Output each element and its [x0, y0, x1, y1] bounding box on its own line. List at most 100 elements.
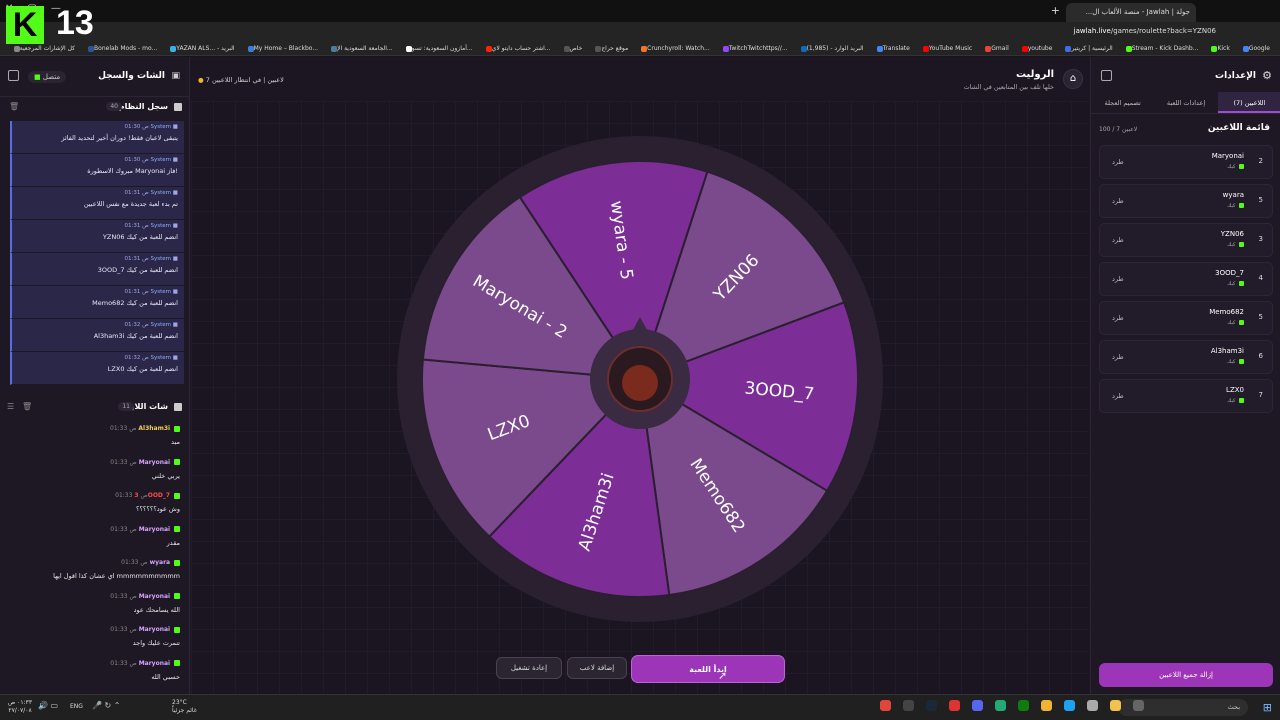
chat-message: 01:33 ص Maryonai تنمرت عليك واجد [0, 624, 190, 658]
bookmark-item[interactable]: Google [1240, 45, 1270, 52]
add-player-button[interactable]: إضافة لاعب [567, 657, 627, 679]
system-log-list[interactable]: 01:30 ص System ■ يتبقى لاعبان فقط! دوران … [10, 121, 184, 385]
discord-icon[interactable] [972, 700, 983, 711]
roulette-wheel[interactable]: YZN063OOD_7Memo682Al3ham3iLZX0Maryonai -… [396, 135, 884, 623]
address-bar[interactable]: jawlah.live/games/roulette?back=YZN06 [0, 22, 1280, 42]
browser-icon[interactable] [995, 700, 1006, 711]
taskbar-apps [880, 700, 1144, 711]
kick-icon [1239, 320, 1244, 325]
bookmark-item[interactable]: موقع حراج [592, 45, 628, 52]
log-text: Memo682 انضم للعبة من كيك [92, 299, 178, 307]
weather-widget[interactable]: 23°C غائم جزئياً [172, 699, 197, 715]
kick-icon [174, 526, 180, 532]
bookmark-item[interactable]: البريد الوارد - (1,985) [798, 45, 864, 52]
bookmark-item[interactable]: الجامعة السعودية الإ... [328, 45, 393, 52]
bookmark-item[interactable]: الرئيسية | كريتير [1062, 45, 1113, 52]
chat-icon: ▣ [171, 71, 180, 81]
log-text: 3OOD_7 انضم للعبة من كيك [97, 266, 178, 274]
steam-icon[interactable] [926, 700, 937, 711]
chat-username[interactable]: Maryonai [139, 526, 170, 533]
xbox-icon[interactable] [1018, 700, 1029, 711]
kick-player-button[interactable]: طرد [1112, 236, 1124, 244]
player-rank: 6 [1258, 352, 1263, 360]
player-name: wyara [1222, 191, 1244, 199]
media-icon[interactable] [949, 700, 960, 711]
overlay-number: 13 [56, 4, 94, 42]
bookmarks-bar: Google Kick Stream - Kick Dashb... الرئيسية… [0, 42, 1280, 56]
chat-username[interactable]: Maryonai [139, 593, 170, 600]
collapse-panel-icon[interactable] [1101, 70, 1112, 81]
filter-icon[interactable]: ☰ [7, 402, 14, 411]
bookmark-item[interactable]: YouTube Music [920, 45, 972, 52]
settings-tab[interactable]: تصميم العجلة [1091, 92, 1154, 113]
home-icon[interactable]: ⌂ [1063, 69, 1083, 89]
live-chat-list[interactable]: 01:33 ص Al3ham3i مبد 01:33 ص Maryonai يرب… [0, 423, 190, 691]
chrome-icon[interactable] [880, 700, 891, 711]
tray-chevron-icon[interactable]: 🎤 ↻ ⌃ [92, 701, 120, 710]
bookmark-item[interactable]: Bonelab Mods - mo... [85, 45, 157, 52]
explorer-icon[interactable] [1041, 700, 1052, 711]
taskbar-clock[interactable]: ٠١:٣٣ ص ٢٧/٠٧/٠٨ [8, 699, 32, 715]
chat-meta: 01:33 ص Al3ham3i [6, 425, 180, 432]
windows-start-icon[interactable]: ⊞ [1263, 701, 1272, 714]
players-count: 100 / 7 لاعبين [1099, 126, 1138, 133]
kick-player-button[interactable]: طرد [1112, 353, 1124, 361]
bookmark-item[interactable]: Kick [1208, 45, 1230, 52]
avatar-figure-icon [622, 365, 658, 401]
terminal-icon[interactable] [903, 700, 914, 711]
settings-tab[interactable]: إعدادات اللعبة [1154, 92, 1217, 113]
kick-player-button[interactable]: طرد [1112, 158, 1124, 166]
trash-icon[interactable]: 🗑 [9, 102, 19, 111]
bookmark-item[interactable]: TwitchTwitchttps//... [720, 45, 788, 52]
bookmark-item[interactable]: Gmail [982, 45, 1009, 52]
kick-player-button[interactable]: طرد [1112, 314, 1124, 322]
notes-icon[interactable] [1087, 700, 1098, 711]
chat-username[interactable]: Maryonai [139, 626, 170, 633]
system-log-item: 01:31 ص System ■ Memo682 انضم للعبة من كي… [10, 286, 184, 319]
chat-message: 01:33 ص Maryonai حسبي الله [0, 658, 190, 692]
log-meta: 01:30 ص System ■ [124, 157, 178, 163]
chat-username[interactable]: Al3ham3i [138, 425, 170, 432]
tray-icons[interactable]: 🔊 ▭ [38, 701, 58, 710]
language-indicator[interactable]: ENG [70, 703, 83, 710]
new-tab-icon[interactable]: + [1051, 4, 1060, 17]
chat-username[interactable]: Maryonai [139, 660, 170, 667]
chat-panel-header: ▣ الشات والسجل ■ متصل [0, 57, 189, 97]
folder-icon[interactable] [1110, 700, 1121, 711]
kick-player-button[interactable]: طرد [1112, 197, 1124, 205]
roulette-area: ⌂ الروليت خلها تلف بين المتابعين في الشا… [191, 57, 1089, 694]
kick-player-button[interactable]: طرد [1112, 392, 1124, 400]
collapse-panel-icon[interactable] [8, 70, 19, 81]
info-icon: ■ [172, 322, 178, 328]
bookmark-item[interactable]: YAZAN ALS... - البريد [167, 45, 235, 52]
kick-player-button[interactable]: طرد [1112, 275, 1124, 283]
trash-icon[interactable]: 🗑 [22, 402, 32, 411]
chat-panel-title: الشات والسجل [98, 71, 165, 81]
bookmark-item[interactable]: أمازون السعودية: تسو... [403, 45, 473, 52]
bookmark-item[interactable]: My Home – Blackbo... [245, 45, 318, 52]
log-meta: 01:31 ص System ■ [124, 256, 178, 262]
kick-icon [1239, 281, 1244, 286]
live-chat-header: شات اللايف 11 🗑 ☰ [0, 397, 190, 419]
bookmark-item[interactable]: Stream - Kick Dashb... [1123, 45, 1198, 52]
restart-button[interactable]: إعادة تشغيل [496, 657, 562, 679]
chat-username[interactable]: Maryonai [139, 459, 170, 466]
start-game-button[interactable]: ابدأ اللعبة [631, 655, 785, 683]
app-icon[interactable] [1133, 700, 1144, 711]
system-log-count: 40 [106, 102, 122, 111]
settings-tab[interactable]: اللاعبين (7) [1217, 92, 1280, 113]
player-source: كيك [1227, 203, 1244, 209]
edge-icon[interactable] [1064, 700, 1075, 711]
log-text: تم بدء لعبة جديدة مع نفس اللاعبين [83, 200, 178, 208]
bookmark-item[interactable]: اشتر حساب دايتو لاي... [483, 45, 551, 52]
bookmark-item[interactable]: كل الإشارات المرجعية [11, 45, 75, 52]
bookmark-item[interactable]: youtube [1019, 45, 1052, 52]
bookmark-item[interactable]: Crunchyroll: Watch... [638, 45, 710, 52]
remove-all-players-button[interactable]: إزالة جميع اللاعبين [1099, 663, 1273, 687]
browser-tab[interactable]: جولة | Jawlah - منصة الألعاب ال... [1066, 3, 1196, 22]
url-text[interactable]: jawlah.live/games/roulette?back=YZN06 [1074, 27, 1216, 35]
chat-username[interactable]: wyara [150, 559, 171, 566]
bookmark-item[interactable]: خاص [561, 45, 582, 52]
bookmark-item[interactable]: Translate [874, 45, 910, 52]
chat-text: اي عشان كذا اقول ايها mmmmmmmmmm [53, 572, 180, 580]
